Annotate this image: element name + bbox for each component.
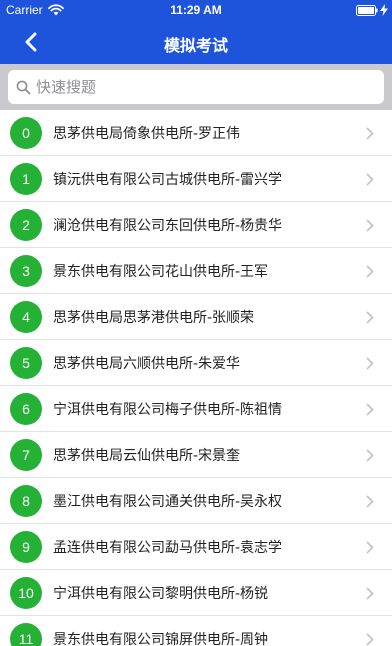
list-item[interactable]: 1 镇沅供电有限公司古城供电所-雷兴学 bbox=[0, 156, 392, 202]
chevron-right-icon bbox=[366, 357, 374, 370]
list-item[interactable]: 5 思茅供电局六顺供电所-朱爱华 bbox=[0, 340, 392, 386]
search-icon bbox=[16, 80, 31, 95]
index-badge: 8 bbox=[10, 485, 42, 517]
chevron-right-icon bbox=[366, 633, 374, 646]
search-bar bbox=[0, 64, 392, 110]
index-badge: 4 bbox=[10, 301, 42, 333]
list-item[interactable]: 2 澜沧供电有限公司东回供电所-杨贵华 bbox=[0, 202, 392, 248]
item-label: 澜沧供电有限公司东回供电所-杨贵华 bbox=[53, 218, 283, 234]
item-label: 思茅供电局倚象供电所-罗正伟 bbox=[53, 126, 241, 142]
item-label: 宁洱供电有限公司梅子供电所-陈祖情 bbox=[53, 402, 283, 418]
index-badge: 3 bbox=[10, 255, 42, 287]
battery-icon bbox=[356, 5, 378, 16]
index-badge: 2 bbox=[10, 209, 42, 241]
chevron-right-icon bbox=[366, 311, 374, 324]
search-box[interactable] bbox=[8, 70, 384, 104]
item-label: 思茅供电局云仙供电所-宋景奎 bbox=[53, 448, 241, 464]
chevron-right-icon bbox=[366, 265, 374, 278]
item-label: 镇沅供电有限公司古城供电所-雷兴学 bbox=[53, 172, 283, 188]
item-label: 思茅供电局思茅港供电所-张顺荣 bbox=[53, 310, 255, 326]
status-bar: Carrier 11:29 AM bbox=[0, 0, 392, 20]
index-badge: 5 bbox=[10, 347, 42, 379]
chevron-right-icon bbox=[366, 541, 374, 554]
chevron-right-icon bbox=[366, 127, 374, 140]
list-item[interactable]: 6 宁洱供电有限公司梅子供电所-陈祖情 bbox=[0, 386, 392, 432]
chevron-right-icon bbox=[366, 449, 374, 462]
chevron-right-icon bbox=[366, 495, 374, 508]
list-item[interactable]: 7 思茅供电局云仙供电所-宋景奎 bbox=[0, 432, 392, 478]
list-item[interactable]: 3 景东供电有限公司花山供电所-王军 bbox=[0, 248, 392, 294]
list-item[interactable]: 11 景东供电有限公司锦屏供电所-周钟 bbox=[0, 616, 392, 646]
list-item[interactable]: 8 墨江供电有限公司通关供电所-吴永权 bbox=[0, 478, 392, 524]
chevron-right-icon bbox=[366, 403, 374, 416]
item-label: 景东供电有限公司锦屏供电所-周钟 bbox=[53, 632, 269, 646]
search-input[interactable] bbox=[36, 70, 376, 104]
index-badge: 10 bbox=[10, 577, 42, 609]
app-header: Carrier 11:29 AM 模拟考试 bbox=[0, 0, 392, 64]
item-label: 思茅供电局六顺供电所-朱爱华 bbox=[53, 356, 241, 372]
exam-list: 0 思茅供电局倚象供电所-罗正伟 1 镇沅供电有限公司古城供电所-雷兴学 2 澜沧供电有限… bbox=[0, 110, 392, 646]
page-title: 模拟考试 bbox=[163, 36, 228, 55]
item-label: 墨江供电有限公司通关供电所-吴永权 bbox=[53, 494, 283, 510]
item-label: 景东供电有限公司花山供电所-王军 bbox=[53, 264, 269, 280]
chevron-right-icon bbox=[366, 587, 374, 600]
index-badge: 7 bbox=[10, 439, 42, 471]
chevron-right-icon bbox=[366, 219, 374, 232]
chevron-right-icon bbox=[366, 173, 374, 186]
index-badge: 0 bbox=[10, 117, 42, 149]
index-badge: 9 bbox=[10, 531, 42, 563]
navigation-bar: 模拟考试 bbox=[0, 20, 392, 64]
list-item[interactable]: 0 思茅供电局倚象供电所-罗正伟 bbox=[0, 110, 392, 156]
index-badge: 6 bbox=[10, 393, 42, 425]
list-item[interactable]: 9 孟连供电有限公司勐马供电所-袁志学 bbox=[0, 524, 392, 570]
list-item[interactable]: 10 宁洱供电有限公司黎明供电所-杨锐 bbox=[0, 570, 392, 616]
list-item[interactable]: 4 思茅供电局思茅港供电所-张顺荣 bbox=[0, 294, 392, 340]
index-badge: 1 bbox=[10, 163, 42, 195]
item-label: 宁洱供电有限公司黎明供电所-杨锐 bbox=[53, 586, 269, 602]
index-badge: 11 bbox=[10, 623, 42, 646]
charging-bolt-icon bbox=[380, 4, 388, 16]
item-label: 孟连供电有限公司勐马供电所-袁志学 bbox=[53, 540, 283, 556]
status-time: 11:29 AM bbox=[170, 3, 222, 17]
